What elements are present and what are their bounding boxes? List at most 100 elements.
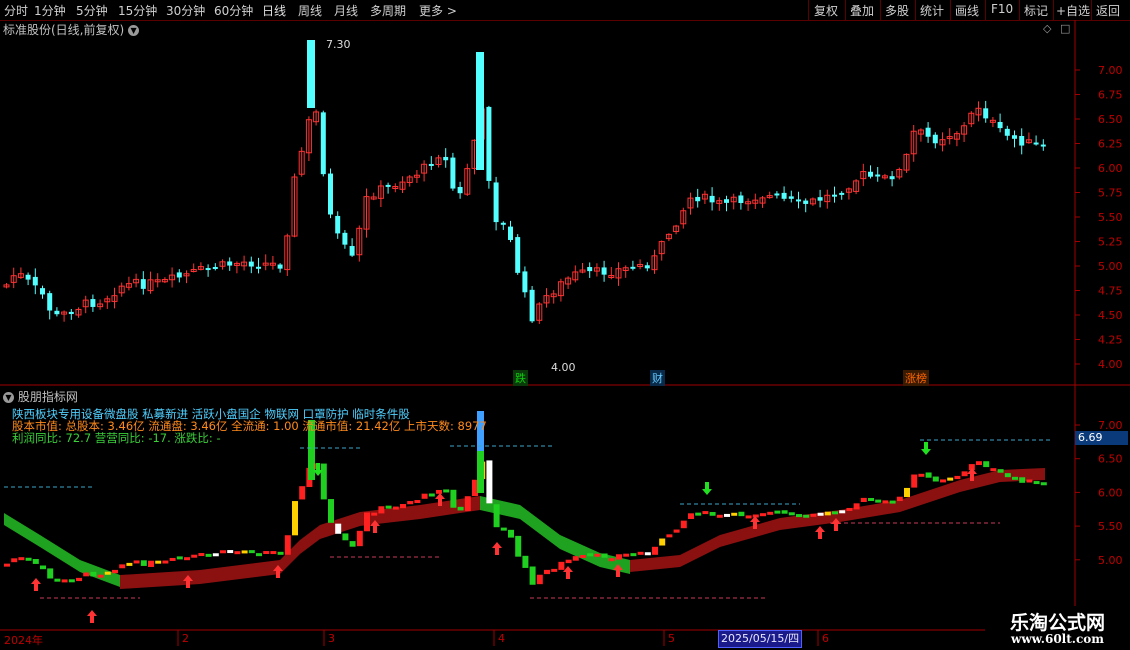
indicator-bar <box>680 520 687 529</box>
indicator-bar <box>47 568 54 579</box>
price-tick-label: 6.25 <box>1098 138 1123 151</box>
indicator-bar <box>68 579 75 583</box>
indicator-bar <box>817 512 824 516</box>
ribbon-band-green <box>480 496 630 574</box>
indicator-bar <box>644 552 651 556</box>
indicator-bar <box>477 451 484 493</box>
candle-body <box>25 274 31 280</box>
indicator-bar <box>824 511 831 516</box>
indicator-bar <box>716 514 723 518</box>
price-tick-label: 5.00 <box>1098 260 1123 273</box>
indicator-bar <box>392 506 399 510</box>
candle-body <box>476 52 484 170</box>
indicator-bar <box>983 461 990 468</box>
indicator-bar <box>745 515 752 519</box>
candle-body <box>925 127 931 137</box>
indicator-title: 股朋指标网 <box>17 390 78 404</box>
indicator-bar <box>133 560 140 564</box>
candle-body <box>205 268 211 271</box>
price-tick-label: 4.75 <box>1098 285 1123 298</box>
candle-body <box>529 289 535 322</box>
candle-body <box>277 264 283 269</box>
indicator-bar <box>702 511 709 515</box>
candle-body <box>486 106 492 181</box>
indicator-tick-label: 5.50 <box>1098 520 1123 533</box>
indicator-bar <box>25 557 32 561</box>
indicator-bar <box>263 551 270 555</box>
indicator-bar <box>990 468 997 472</box>
indicator-bar <box>558 561 565 570</box>
current-price-tag: 6.69 <box>1075 431 1128 445</box>
indicator-bar <box>378 506 385 514</box>
candle-body <box>457 186 463 194</box>
candle-body <box>724 199 729 203</box>
candle-body <box>788 196 794 199</box>
candle-body <box>781 192 787 199</box>
candle-body <box>1040 144 1046 147</box>
time-label-year: 2024年 <box>4 634 43 647</box>
event-marker-finance[interactable]: 财 <box>650 370 665 386</box>
arrow-down-icon <box>921 442 931 455</box>
indicator-bar <box>486 460 493 504</box>
indicator-bar <box>11 558 18 563</box>
candle-body <box>630 266 636 269</box>
indicator-bar <box>198 553 205 557</box>
indicator-bar <box>940 479 946 483</box>
indicator-bar <box>853 503 860 510</box>
watermark-url: www.60lt.com <box>1011 632 1104 646</box>
candle-body <box>1012 135 1017 139</box>
indicator-bar <box>637 551 644 555</box>
event-marker-rise-list[interactable]: 涨榜 <box>903 370 929 386</box>
indicator-bar <box>601 553 608 558</box>
indicator-bar <box>666 534 673 538</box>
indicator-bar <box>616 554 622 560</box>
indicator-bar <box>889 500 896 504</box>
candle-body <box>832 194 837 197</box>
candle-body <box>320 112 326 175</box>
candle-body <box>997 121 1003 129</box>
indicator-bar <box>961 471 968 477</box>
watermark-logo: 乐淘公式网 www.60lt.com <box>985 606 1130 650</box>
low-price-label: 4.00 <box>551 361 576 374</box>
price-tick-label: 6.00 <box>1098 162 1123 175</box>
indicator-bar <box>1012 476 1018 480</box>
candle-body <box>500 222 506 225</box>
candle-body <box>328 173 333 215</box>
indicator-bar <box>299 486 306 500</box>
chevron-down-icon[interactable]: ▼ <box>3 392 14 403</box>
price-tick-label: 5.25 <box>1098 236 1123 249</box>
arrow-up-icon <box>815 526 825 539</box>
indicator-bar <box>32 559 39 564</box>
indicator-bar <box>688 513 694 519</box>
indicator-bar <box>882 500 889 504</box>
kline-chart[interactable]: 7.00 6.75 6.50 6.25 6.00 5.75 5.50 5.25 5.00 4.75… <box>0 0 1130 650</box>
candle-body <box>40 288 45 295</box>
indicator-bar <box>54 578 61 582</box>
ribbon-band-red <box>120 496 480 589</box>
indicator-bar <box>580 555 586 559</box>
indicator-bar <box>1040 482 1047 486</box>
price-tick-label: 5.50 <box>1098 211 1123 224</box>
indicator-bar <box>781 510 788 514</box>
indicator-bar <box>464 496 471 512</box>
candle-body <box>644 265 650 269</box>
price-tick-label: 7.00 <box>1098 64 1123 77</box>
indicator-bar <box>4 563 10 567</box>
indicator-bar <box>457 506 464 511</box>
indicator-bar <box>659 538 666 546</box>
indicator-bar <box>277 551 284 555</box>
indicator-title-row: ▼ 股朋指标网 <box>3 388 78 405</box>
indicator-bar <box>184 557 190 561</box>
indicator-bar <box>428 493 435 497</box>
arrow-up-icon <box>492 542 502 555</box>
indicator-bar <box>421 493 428 499</box>
price-tick-label: 4.50 <box>1098 309 1123 322</box>
candle-body <box>47 293 53 311</box>
indicator-bar <box>925 472 932 478</box>
watermark-title: 乐淘公式网 <box>1009 612 1105 634</box>
event-marker-drop[interactable]: 跌 <box>513 370 528 386</box>
indicator-bar <box>860 497 867 503</box>
indicator-bar <box>529 566 536 585</box>
candle-body <box>248 261 254 267</box>
time-label-jun: 6 <box>822 632 829 645</box>
